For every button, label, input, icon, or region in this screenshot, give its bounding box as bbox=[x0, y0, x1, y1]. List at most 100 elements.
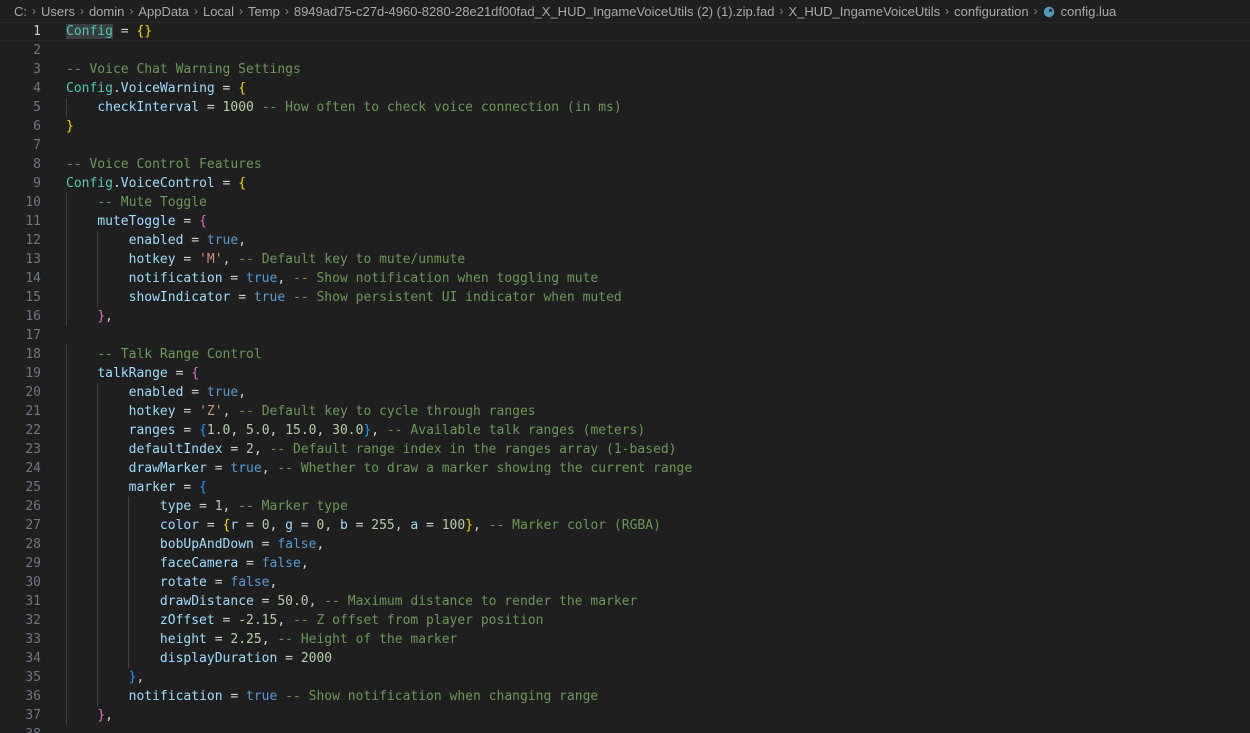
token-op: = bbox=[214, 176, 239, 191]
token-op: = bbox=[418, 518, 442, 533]
line-number[interactable]: 1 bbox=[0, 23, 41, 40]
code-line[interactable]: 2 bbox=[0, 41, 1250, 60]
code-line[interactable]: 34 displayDuration = 2000 bbox=[0, 649, 1250, 668]
line-number[interactable]: 35 bbox=[0, 668, 41, 687]
line-number[interactable]: 15 bbox=[0, 288, 41, 307]
line-number[interactable]: 12 bbox=[0, 231, 41, 250]
code-line[interactable]: 36 notification = true -- Show notificat… bbox=[0, 687, 1250, 706]
line-number[interactable]: 23 bbox=[0, 440, 41, 459]
line-number[interactable]: 4 bbox=[0, 79, 41, 98]
line-number[interactable]: 38 bbox=[0, 725, 41, 733]
code-line[interactable]: 14 notification = true, -- Show notifica… bbox=[0, 269, 1250, 288]
breadcrumb-item[interactable]: X_HUD_IngameVoiceUtils bbox=[788, 4, 940, 19]
code-line[interactable]: 28 bobUpAndDown = false, bbox=[0, 535, 1250, 554]
token-op bbox=[66, 385, 129, 400]
token-key: talkRange bbox=[97, 366, 168, 381]
line-number[interactable]: 26 bbox=[0, 497, 41, 516]
chevron-right-icon: › bbox=[945, 4, 950, 18]
code-line[interactable]: 32 zOffset = -2.15, -- Z offset from pla… bbox=[0, 611, 1250, 630]
code-line[interactable]: 27 color = {r = 0, g = 0, b = 255, a = 1… bbox=[0, 516, 1250, 535]
line-number[interactable]: 27 bbox=[0, 516, 41, 535]
line-number[interactable]: 5 bbox=[0, 98, 41, 117]
code-line[interactable]: 12 enabled = true, bbox=[0, 231, 1250, 250]
code-line[interactable]: 9 Config.VoiceControl = { bbox=[0, 174, 1250, 193]
token-key: bobUpAndDown bbox=[159, 537, 254, 552]
code-line[interactable]: 26 type = 1, -- Marker type bbox=[0, 497, 1250, 516]
code-line[interactable]: 11 muteToggle = { bbox=[0, 212, 1250, 231]
code-line[interactable]: 5 checkInterval = 1000 -- How often to c… bbox=[0, 98, 1250, 117]
line-number[interactable]: 32 bbox=[0, 611, 41, 630]
code-line[interactable]: 23 defaultIndex = 2, -- Default range in… bbox=[0, 440, 1250, 459]
breadcrumb-item[interactable]: Temp bbox=[248, 4, 280, 19]
line-number[interactable]: 3 bbox=[0, 60, 41, 79]
line-number[interactable]: 36 bbox=[0, 687, 41, 706]
code-line[interactable]: 22 ranges = {1.0, 5.0, 15.0, 30.0}, -- A… bbox=[0, 421, 1250, 440]
code-line[interactable]: 6} bbox=[0, 117, 1250, 136]
breadcrumb-item[interactable]: Local bbox=[203, 4, 234, 19]
code-line[interactable]: 3 -- Voice Chat Warning Settings bbox=[0, 60, 1250, 79]
line-number[interactable]: 17 bbox=[0, 326, 41, 345]
line-number[interactable]: 2 bbox=[0, 41, 41, 60]
line-number[interactable]: 19 bbox=[0, 364, 41, 383]
code-line[interactable]: 16 }, bbox=[0, 307, 1250, 326]
code-line[interactable]: 8 -- Voice Control Features bbox=[0, 155, 1250, 174]
chevron-right-icon: › bbox=[193, 4, 198, 18]
line-number[interactable]: 21 bbox=[0, 402, 41, 421]
code-line[interactable]: 7 bbox=[0, 136, 1250, 155]
line-number[interactable]: 10 bbox=[0, 193, 41, 212]
line-number[interactable]: 9 bbox=[0, 174, 41, 193]
line-number[interactable]: 16 bbox=[0, 307, 41, 326]
code-line[interactable]: 20 enabled = true, bbox=[0, 383, 1250, 402]
line-number[interactable]: 18 bbox=[0, 345, 41, 364]
code-line[interactable]: 21 hotkey = 'Z', -- Default key to cycle… bbox=[0, 402, 1250, 421]
line-number[interactable]: 34 bbox=[0, 649, 41, 668]
breadcrumb-item[interactable]: Users bbox=[41, 4, 75, 19]
code-line[interactable]: 38 bbox=[0, 725, 1250, 733]
code-line[interactable]: 13 hotkey = 'M', -- Default key to mute/… bbox=[0, 250, 1250, 269]
line-number[interactable]: 7 bbox=[0, 136, 41, 155]
line-number[interactable]: 8 bbox=[0, 155, 41, 174]
line-number[interactable]: 6 bbox=[0, 117, 41, 136]
editor-area[interactable]: 1 Config = {} 2 3 -- Voice Chat Warning Sett… bbox=[0, 22, 1250, 733]
code-line[interactable]: 33 height = 2.25, -- Height of the marke… bbox=[0, 630, 1250, 649]
line-number[interactable]: 22 bbox=[0, 421, 41, 440]
token-op: , bbox=[277, 613, 293, 628]
code-line[interactable]: 18 -- Talk Range Control bbox=[0, 345, 1250, 364]
line-number[interactable]: 30 bbox=[0, 573, 41, 592]
code-line[interactable]: 30 rotate = false, bbox=[0, 573, 1250, 592]
breadcrumb-item[interactable]: 8949ad75-c27d-4960-8280-28e21df00fad_X_H… bbox=[294, 4, 775, 19]
breadcrumb-item[interactable]: C: bbox=[14, 4, 27, 19]
line-number[interactable]: 20 bbox=[0, 383, 41, 402]
code-line[interactable]: 1 Config = {} bbox=[0, 22, 1250, 41]
line-number[interactable]: 14 bbox=[0, 269, 41, 288]
code-line[interactable]: 15 showIndicator = true -- Show persiste… bbox=[0, 288, 1250, 307]
breadcrumb-item[interactable]: AppData bbox=[138, 4, 189, 19]
breadcrumb-item[interactable]: domin bbox=[89, 4, 124, 19]
code-line[interactable]: 37 }, bbox=[0, 706, 1250, 725]
line-number[interactable]: 13 bbox=[0, 250, 41, 269]
code-editor-window: C: › Users › domin › AppData › Local › Temp › 8949ad… bbox=[0, 0, 1250, 733]
code-line[interactable]: 10 -- Mute Toggle bbox=[0, 193, 1250, 212]
code-line[interactable]: 35 }, bbox=[0, 668, 1250, 687]
breadcrumb-file[interactable]: config.lua bbox=[1043, 4, 1116, 19]
line-number[interactable]: 31 bbox=[0, 592, 41, 611]
code-line[interactable]: 17 bbox=[0, 326, 1250, 345]
code-line[interactable]: 25 marker = { bbox=[0, 478, 1250, 497]
line-code: checkInterval = 1000 -- How often to che… bbox=[66, 98, 621, 117]
line-number[interactable]: 24 bbox=[0, 459, 41, 478]
code-line[interactable]: 19 talkRange = { bbox=[0, 364, 1250, 383]
code-line[interactable]: 4 Config.VoiceWarning = { bbox=[0, 79, 1250, 98]
line-number[interactable]: 37 bbox=[0, 706, 41, 725]
line-number[interactable]: 33 bbox=[0, 630, 41, 649]
line-number[interactable]: 25 bbox=[0, 478, 41, 497]
token-num: 2 bbox=[246, 442, 254, 457]
code-line[interactable]: 29 faceCamera = false, bbox=[0, 554, 1250, 573]
line-number[interactable]: 28 bbox=[0, 535, 41, 554]
line-number[interactable]: 11 bbox=[0, 212, 41, 231]
token-cmt: -- Show notification when toggling mute bbox=[293, 271, 599, 286]
line-number[interactable]: 29 bbox=[0, 554, 41, 573]
code-line[interactable]: 24 drawMarker = true, -- Whether to draw… bbox=[0, 459, 1250, 478]
code-line[interactable]: 31 drawDistance = 50.0, -- Maximum dista… bbox=[0, 592, 1250, 611]
token-op: , bbox=[473, 518, 489, 533]
breadcrumb-item[interactable]: configuration bbox=[954, 4, 1028, 19]
